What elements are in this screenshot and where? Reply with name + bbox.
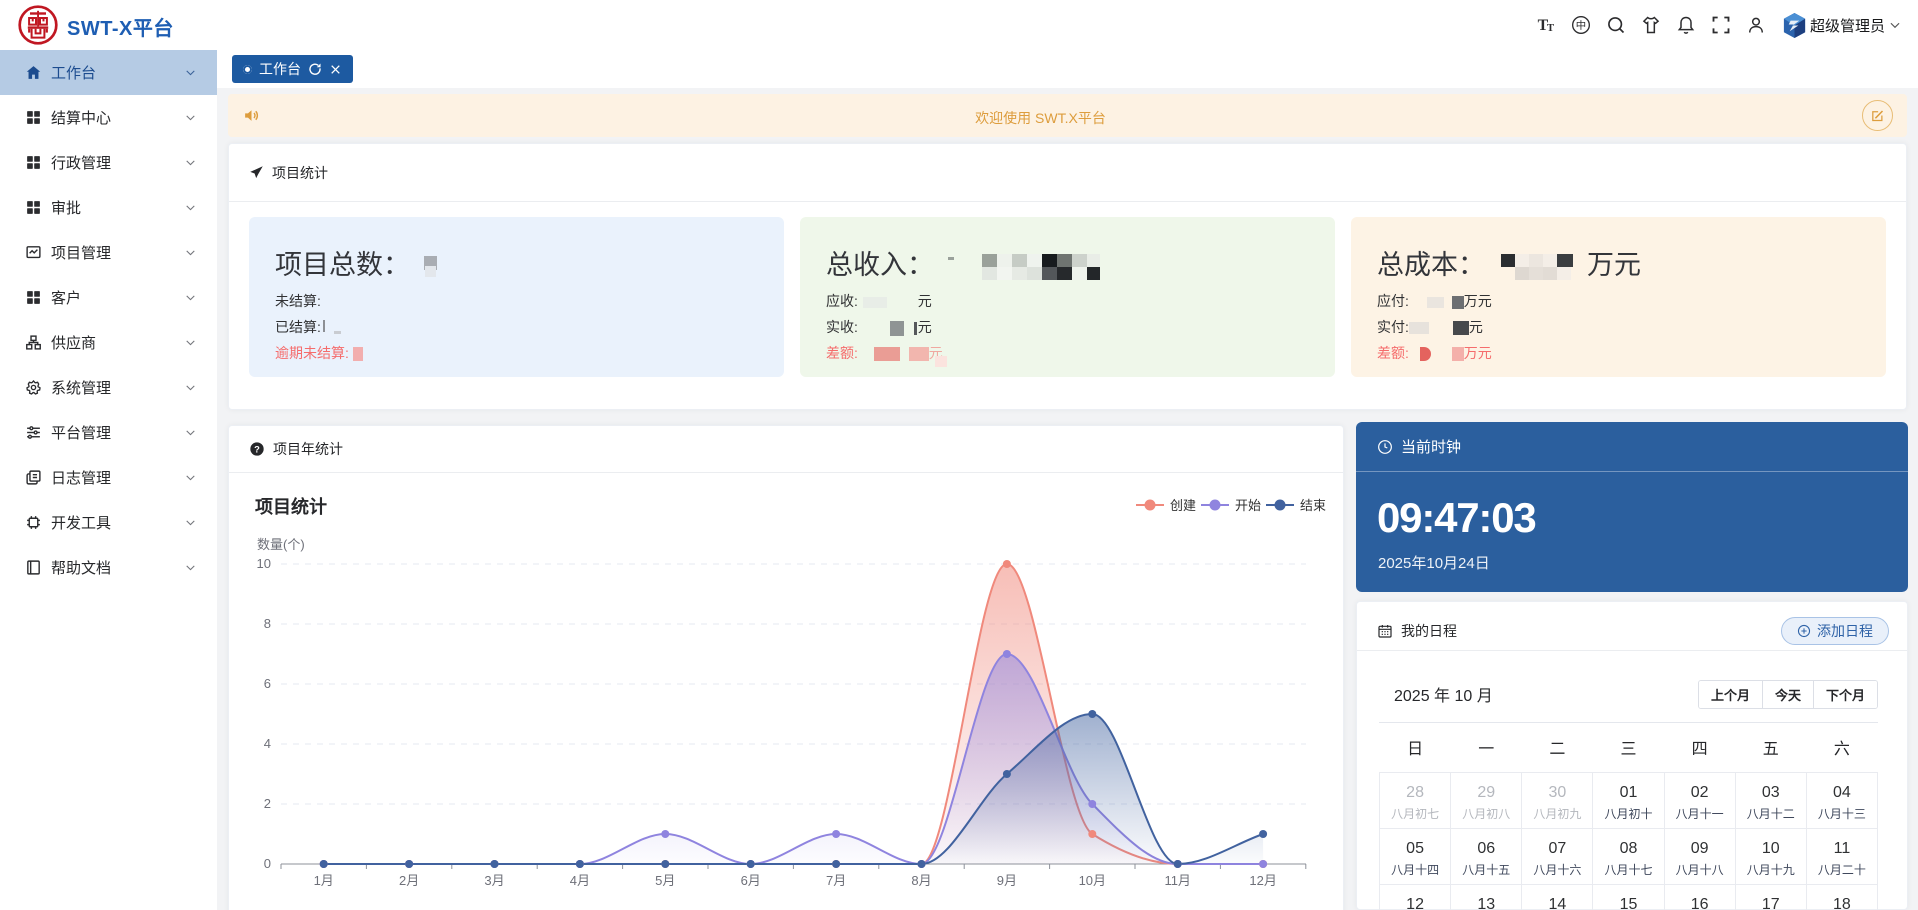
svg-text:2: 2 (264, 796, 271, 811)
svg-text:3月: 3月 (484, 873, 504, 888)
svg-text:4月: 4月 (570, 873, 590, 888)
svg-text:项目统计: 项目统计 (255, 496, 327, 517)
svg-text:8: 8 (264, 616, 271, 631)
svg-text:8月: 8月 (911, 873, 931, 888)
svg-text:7月: 7月 (826, 873, 846, 888)
svg-text:4: 4 (264, 736, 271, 751)
svg-text:10月: 10月 (1079, 873, 1106, 888)
svg-text:中: 中 (1576, 19, 1586, 32)
svg-text:12月: 12月 (1249, 873, 1276, 888)
svg-text:?: ? (254, 444, 260, 454)
svg-text:11月: 11月 (1164, 873, 1191, 888)
svg-text:6: 6 (264, 676, 271, 691)
svg-text:5月: 5月 (655, 873, 675, 888)
svg-text:6月: 6月 (741, 873, 761, 888)
svg-text:10: 10 (257, 556, 271, 571)
svg-text:0: 0 (264, 856, 271, 871)
svg-text:T: T (1547, 22, 1555, 34)
svg-text:2月: 2月 (399, 873, 419, 888)
svg-text:结束: 结束 (1300, 498, 1326, 513)
svg-text:1月: 1月 (314, 873, 334, 888)
svg-text:9月: 9月 (997, 873, 1017, 888)
svg-text:开始: 开始 (1235, 498, 1261, 513)
svg-text:创建: 创建 (1170, 498, 1196, 513)
svg-text:数量(个): 数量(个) (257, 537, 305, 552)
